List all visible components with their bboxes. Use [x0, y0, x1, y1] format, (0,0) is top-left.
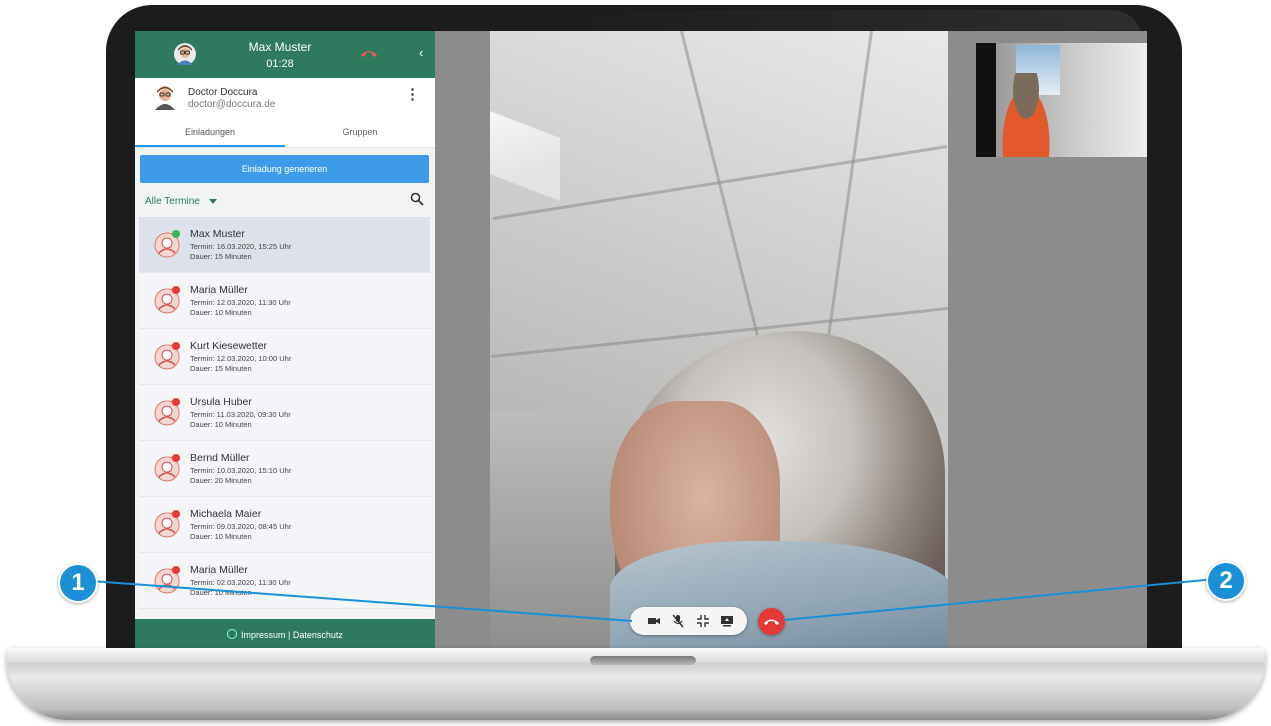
appointment-time: Termin: 10.03.2020, 15:10 Uhr	[190, 466, 292, 475]
callout-1: 1	[58, 563, 98, 603]
call-header: Max Muster 01:28 ‹	[135, 31, 435, 78]
appointment-duration: Dauer: 10 Minuten	[190, 588, 252, 597]
sidebar: Max Muster 01:28 ‹ Doctor Doccura doctor…	[135, 31, 435, 649]
patient-name: Bernd Müller	[190, 452, 250, 464]
camera-icon[interactable]	[647, 614, 661, 628]
appointment-time: Termin: 02.03.2020, 11:30 Uhr	[190, 578, 291, 587]
appointment-time: Termin: 11.03.2020, 09:30 Uhr	[190, 410, 291, 419]
self-view-video[interactable]	[976, 43, 1147, 157]
status-dot	[172, 510, 180, 518]
filter-dropdown[interactable]: Alle Termine	[145, 196, 200, 207]
appointment-item[interactable]: Maria Müller Termin: 02.03.2020, 11:30 Uh…	[139, 553, 430, 609]
appointment-item[interactable]: Michaela Maier Termin: 09.03.2020, 08:45 …	[139, 497, 430, 553]
caller-name: Max Muster	[248, 40, 312, 54]
appointment-list: Max Muster Termin: 16.03.2020, 15:25 Uhr D…	[135, 217, 435, 619]
exit-fullscreen-icon[interactable]	[696, 614, 710, 628]
callout-2: 2	[1206, 561, 1246, 601]
mic-off-icon[interactable]	[671, 614, 685, 628]
remote-video	[490, 31, 948, 649]
appointment-duration: Dauer: 15 Minuten	[190, 364, 252, 373]
info-icon	[227, 629, 237, 639]
dropdown-arrow-icon[interactable]	[209, 199, 217, 204]
caller-avatar	[174, 43, 196, 65]
patient-name: Ursula Huber	[190, 396, 252, 408]
appointment-duration: Dauer: 10 Minuten	[190, 308, 252, 317]
tab-gruppen[interactable]: Gruppen	[285, 116, 435, 147]
current-user: Doctor Doccura doctor@doccura.de ⋮	[135, 78, 435, 116]
user-email: doctor@doccura.de	[188, 99, 276, 110]
laptop-mockup: Max Muster 01:28 ‹ Doctor Doccura doctor…	[0, 0, 1271, 726]
user-avatar	[155, 86, 175, 110]
call-controls	[630, 607, 747, 635]
appointment-item[interactable]: Maria Müller Termin: 12.03.2020, 11:30 Uh…	[139, 273, 430, 329]
user-name: Doctor Doccura	[188, 87, 258, 98]
patient-name: Max Muster	[190, 228, 245, 240]
hangup-icon	[764, 619, 779, 625]
screen-share-icon[interactable]	[720, 614, 734, 628]
more-vert-icon[interactable]: ⋮	[405, 85, 420, 103]
status-dot	[172, 398, 180, 406]
chevron-left-icon[interactable]: ‹	[419, 45, 423, 60]
appointment-filter: Alle Termine	[135, 183, 435, 217]
patient-name: Maria Müller	[190, 564, 248, 576]
appointment-duration: Dauer: 10 Minuten	[190, 532, 252, 541]
end-call-button[interactable]	[758, 608, 785, 635]
appointment-item[interactable]: Ursula Huber Termin: 11.03.2020, 09:30 Uh…	[139, 385, 430, 441]
generate-invitation-button[interactable]: Einladung generieren	[140, 155, 429, 183]
appointment-time: Termin: 09.03.2020, 08:45 Uhr	[190, 522, 292, 531]
patient-name: Maria Müller	[190, 284, 248, 296]
call-timer: 01:28	[266, 58, 294, 70]
tab-einladungen[interactable]: Einladungen	[135, 116, 285, 147]
appointment-duration: Dauer: 20 Minuten	[190, 476, 252, 485]
laptop-screen: Max Muster 01:28 ‹ Doctor Doccura doctor…	[135, 31, 1147, 649]
appointment-time: Termin: 12.03.2020, 10:00 Uhr	[190, 354, 292, 363]
laptop-notch	[590, 656, 696, 665]
appointment-duration: Dauer: 10 Minuten	[190, 420, 252, 429]
footer-links[interactable]: Impressum | Datenschutz	[241, 630, 343, 640]
search-icon[interactable]	[410, 192, 424, 206]
status-dot	[172, 342, 180, 350]
status-dot	[172, 230, 180, 238]
appointment-time: Termin: 16.03.2020, 15:25 Uhr	[190, 242, 292, 251]
status-dot	[172, 454, 180, 462]
appointment-item[interactable]: Max Muster Termin: 16.03.2020, 15:25 Uhr D…	[139, 217, 430, 273]
hangup-icon[interactable]	[359, 45, 379, 61]
tab-bar: Einladungen Gruppen	[135, 116, 435, 148]
appointment-time: Termin: 12.03.2020, 11:30 Uhr	[190, 298, 291, 307]
status-dot	[172, 566, 180, 574]
appointment-item[interactable]: Bernd Müller Termin: 10.03.2020, 15:10 Uh…	[139, 441, 430, 497]
patient-name: Kurt Kiesewetter	[190, 340, 268, 352]
footer: Impressum | Datenschutz	[135, 619, 435, 649]
appointment-duration: Dauer: 15 Minuten	[190, 252, 252, 261]
patient-name: Michaela Maier	[190, 508, 262, 520]
status-dot	[172, 286, 180, 294]
appointment-item[interactable]: Kurt Kiesewetter Termin: 12.03.2020, 10:0…	[139, 329, 430, 385]
